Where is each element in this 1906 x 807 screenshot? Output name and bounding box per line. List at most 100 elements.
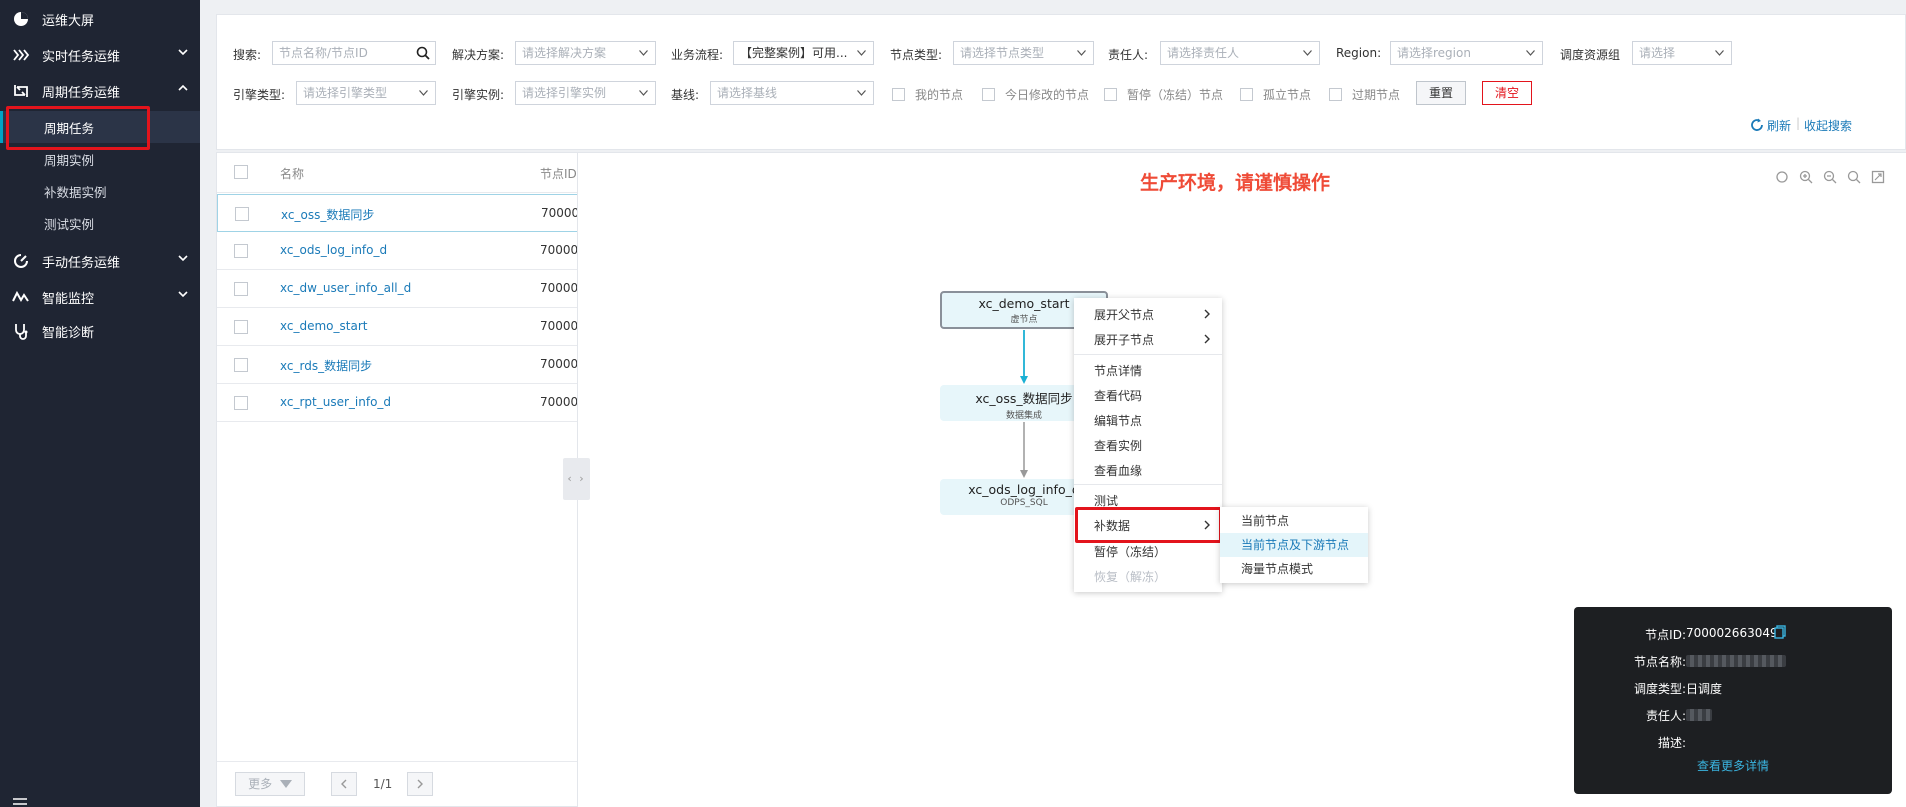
refresh-icon[interactable] — [1750, 118, 1764, 132]
row-name-link[interactable]: xc_oss_数据同步 — [281, 206, 374, 223]
row-checkbox[interactable] — [235, 207, 249, 221]
chevron-down-icon — [178, 49, 188, 56]
checkbox-modified-today[interactable]: 今日修改的节点 — [982, 86, 1089, 103]
node-id-value: 700002663049 — [1686, 626, 1778, 640]
submenu-item-mass-mode[interactable]: 海量节点模式 — [1220, 557, 1368, 581]
panel-collapse-handle[interactable]: ‹ › — [563, 458, 590, 500]
clear-button[interactable]: 清空 — [1482, 81, 1532, 105]
resource-group-label: 调度资源组 — [1560, 48, 1621, 62]
row-checkbox[interactable] — [234, 244, 248, 258]
checkbox-paused-nodes[interactable]: 暂停（冻结）节点 — [1104, 86, 1223, 103]
sidebar-item-label: 实时任务运维 — [42, 49, 121, 65]
row-checkbox[interactable] — [234, 320, 248, 334]
resource-group-select[interactable]: 请选择 — [1632, 41, 1732, 65]
submenu-item-current-and-downstream[interactable]: 当前节点及下游节点 — [1220, 533, 1368, 557]
menu-item-resume: 恢复（解冻） — [1094, 570, 1167, 584]
prev-page-button[interactable] — [331, 772, 357, 796]
flow-label: 业务流程: — [671, 48, 724, 62]
node-type-select[interactable]: 请选择节点类型 — [953, 41, 1094, 65]
reset-button[interactable]: 重置 — [1416, 81, 1466, 105]
chevron-down-icon — [639, 50, 648, 56]
more-button[interactable]: 更多 — [235, 772, 305, 796]
chevron-down-icon — [178, 291, 188, 298]
sidebar-subitem-label: 补数据实例 — [44, 184, 107, 200]
row-checkbox[interactable] — [234, 358, 248, 372]
row-name-link[interactable]: xc_rpt_user_info_d — [280, 395, 391, 409]
sidebar-item-manual-ops[interactable]: 手动任务运维 — [0, 243, 200, 279]
collapse-search-link[interactable]: 收起搜索 — [1804, 117, 1852, 134]
flow-select[interactable]: 【完整案例】可用... — [733, 41, 874, 65]
checkbox-my-nodes[interactable]: 我的节点 — [892, 86, 963, 103]
select-all-checkbox[interactable] — [234, 165, 248, 179]
row-checkbox[interactable] — [234, 282, 248, 296]
next-page-button[interactable] — [407, 772, 433, 796]
column-name-header: 名称 — [280, 167, 305, 181]
menu-item-view-lineage[interactable]: 查看血缘 — [1094, 462, 1142, 479]
owner-select[interactable]: 请选择责任人 — [1160, 41, 1320, 65]
engine-instance-label: 引擎实例: — [452, 88, 505, 102]
refresh-layout-icon[interactable] — [1775, 170, 1789, 184]
menu-icon[interactable] — [12, 797, 28, 807]
row-id: 700002 — [540, 357, 578, 371]
row-checkbox[interactable] — [234, 396, 248, 410]
sidebar-item-smart-diagnosis[interactable]: 智能诊断 — [0, 313, 200, 349]
engine-type-select[interactable]: 请选择引擎类型 — [296, 81, 436, 105]
chevron-right-icon — [417, 779, 423, 789]
checkbox-expired-nodes[interactable]: 过期节点 — [1329, 86, 1400, 103]
row-name-link[interactable]: xc_rds_数据同步 — [280, 357, 372, 374]
context-menu: 展开父节点 展开子节点 节点详情 查看代码 编辑节点 查看实例 查看血缘 测试 … — [1074, 298, 1222, 592]
baseline-select[interactable]: 请选择基线 — [710, 81, 874, 105]
engine-instance-select[interactable]: 请选择引擎实例 — [515, 81, 656, 105]
node-type-label: 节点类型: — [890, 48, 943, 62]
sidebar-subitem-label: 周期实例 — [44, 152, 95, 168]
sidebar-subitem-test-instances[interactable]: 测试实例 — [0, 207, 200, 239]
checkbox-isolated-nodes[interactable]: 孤立节点 — [1240, 86, 1311, 103]
sidebar-item-ops-dashboard[interactable]: 运维大屏 — [0, 1, 200, 37]
menu-item-node-detail[interactable]: 节点详情 — [1094, 362, 1142, 379]
column-id-header: 节点ID — [540, 167, 577, 181]
sidebar-item-cycle-ops[interactable]: 周期任务运维 — [0, 73, 200, 109]
row-id: 700002 — [541, 206, 577, 220]
view-more-details-link[interactable]: 查看更多详情 — [1574, 757, 1892, 774]
zoom-reset-icon[interactable] — [1847, 170, 1861, 184]
manual-icon — [14, 254, 28, 268]
menu-item-expand-children[interactable]: 展开子节点 — [1094, 331, 1154, 348]
menu-item-view-instances[interactable]: 查看实例 — [1094, 437, 1142, 454]
submenu-item-current-node[interactable]: 当前节点 — [1220, 509, 1368, 533]
chevron-down-icon — [419, 90, 428, 96]
sidebar-item-label: 周期任务运维 — [42, 85, 121, 101]
search-input[interactable]: 节点名称/节点ID — [272, 41, 436, 65]
chevron-down-icon — [857, 90, 866, 96]
table-row[interactable]: xc_rds_数据同步 700002 — [217, 346, 578, 384]
table-row[interactable]: xc_oss_数据同步 700002 — [217, 194, 577, 232]
stethoscope-icon — [15, 324, 28, 340]
table-row[interactable]: xc_ods_log_info_d 700002 — [217, 232, 577, 270]
sidebar-item-realtime-ops[interactable]: 实时任务运维 — [0, 37, 200, 73]
copy-icon[interactable] — [1774, 625, 1786, 639]
menu-item-pause[interactable]: 暂停（冻结） — [1094, 543, 1166, 560]
sidebar-item-smart-monitor[interactable]: 智能监控 — [0, 279, 200, 315]
row-name-link[interactable]: xc_ods_log_info_d — [280, 243, 387, 257]
menu-item-view-code[interactable]: 查看代码 — [1094, 387, 1142, 404]
sidebar-subitem-backfill-instances[interactable]: 补数据实例 — [0, 175, 200, 207]
refresh-link[interactable]: 刷新 — [1767, 117, 1791, 134]
chevron-down-icon — [1526, 50, 1535, 56]
table-row[interactable]: xc_dw_user_info_all_d 700002 — [217, 270, 577, 308]
menu-item-edit-node[interactable]: 编辑节点 — [1094, 412, 1142, 429]
row-name-link[interactable]: xc_demo_start — [280, 319, 367, 333]
node-name-value — [1686, 653, 1786, 667]
production-warning: 生产环境，请谨慎操作 — [1140, 172, 1331, 194]
chevron-right-icon — [1204, 334, 1210, 344]
menu-item-expand-parents[interactable]: 展开父节点 — [1094, 306, 1154, 323]
zoom-out-icon[interactable] — [1823, 170, 1837, 184]
zoom-in-icon[interactable] — [1799, 170, 1813, 184]
row-name-link[interactable]: xc_dw_user_info_all_d — [280, 281, 411, 295]
backfill-submenu: 当前节点 当前节点及下游节点 海量节点模式 — [1220, 507, 1368, 583]
table-row[interactable]: xc_rpt_user_info_d 700002 — [217, 384, 577, 422]
table-row[interactable]: xc_demo_start 700002 — [217, 308, 577, 346]
solution-select[interactable]: 请选择解决方案 — [515, 41, 656, 65]
region-select[interactable]: 请选择region — [1390, 41, 1543, 65]
chevron-up-icon — [178, 84, 188, 91]
search-icon[interactable] — [416, 46, 430, 60]
fullscreen-icon[interactable] — [1871, 170, 1885, 184]
